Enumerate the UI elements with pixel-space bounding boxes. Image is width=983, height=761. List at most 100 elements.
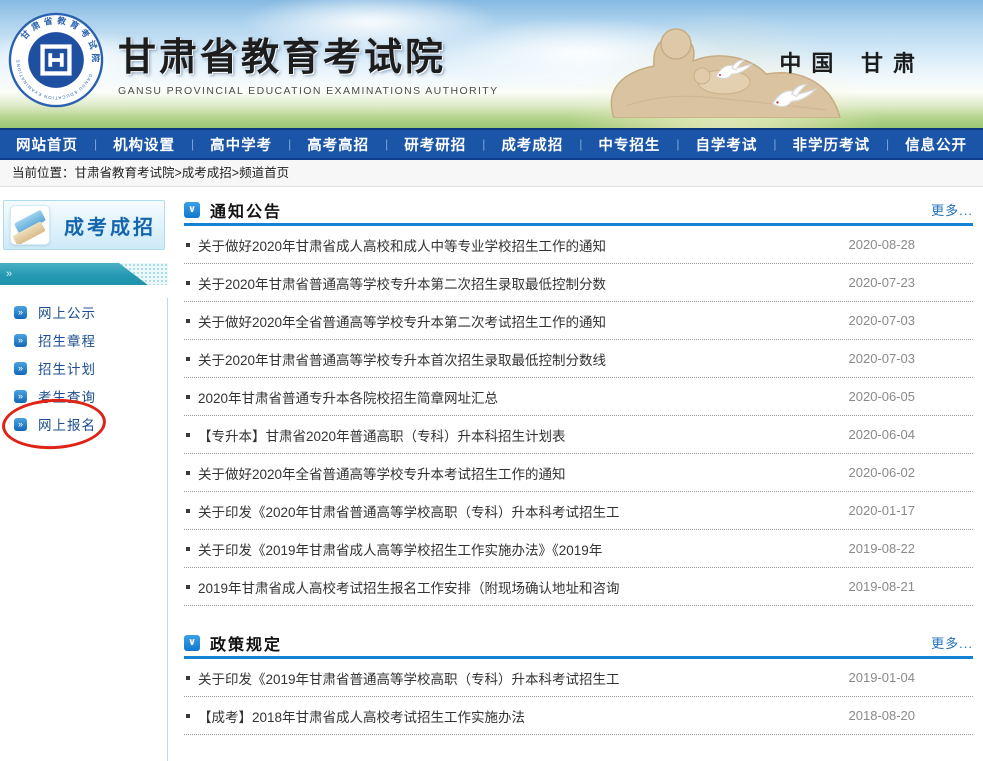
more-link[interactable]: 更多... <box>931 200 973 219</box>
article-list: 关于印发《2019年甘肃省普通高等学校高职（专科）升本科考试招生工 2019-01… <box>184 659 973 735</box>
section-title: 通知公告 <box>210 198 282 222</box>
bullet-icon <box>186 676 190 680</box>
content-section: ∨ 通知公告 更多... 关于做好2020年甘肃省成人高校和成人中等专业学校招生… <box>184 199 973 606</box>
bullet-icon <box>186 585 190 589</box>
channel-header: 成考成招 <box>3 200 165 250</box>
article-row: 关于印发《2019年甘肃省普通高等学校高职（专科）升本科考试招生工 2019-01… <box>184 659 973 697</box>
article-title-link[interactable]: 【专升本】甘肃省2020年普通高职（专科）升本科招生计划表 <box>198 425 566 445</box>
sidebar-link[interactable]: » 网上公示 <box>0 298 167 326</box>
nav-item[interactable]: 自学考试 <box>695 134 757 155</box>
nav-separator: | <box>870 137 905 151</box>
nav-item[interactable]: 机构设置 <box>113 134 175 155</box>
section-header: ∨ 通知公告 更多... <box>184 199 973 226</box>
article-date: 2020-06-05 <box>849 389 916 404</box>
article-row: 2019年甘肃省成人高校考试招生报名工作安排（附现场确认地址和咨询 2019-08… <box>184 568 973 606</box>
sidebar-link[interactable]: » 招生计划 <box>0 354 167 382</box>
breadcrumb: 当前位置：甘肃省教育考试院>成考成招>频道首页 <box>0 160 983 187</box>
nav-item[interactable]: 研考研招 <box>404 134 466 155</box>
article-date: 2019-08-21 <box>849 579 916 594</box>
article-title-link[interactable]: 关于做好2020年甘肃省成人高校和成人中等专业学校招生工作的通知 <box>198 235 606 255</box>
article-date: 2020-06-02 <box>849 465 916 480</box>
article-title-link[interactable]: 关于做好2020年全省普通高等学校专升本考试招生工作的通知 <box>198 463 566 483</box>
arrow-square-icon: » <box>14 390 27 403</box>
nav-item[interactable]: 成考成招 <box>501 134 563 155</box>
sidebar-link-label: 网上公示 <box>38 302 96 322</box>
nav-item[interactable]: 网站首页 <box>16 134 78 155</box>
article-date: 2019-01-04 <box>849 670 916 685</box>
arrow-square-icon: » <box>14 334 27 347</box>
bullet-icon <box>186 714 190 718</box>
sidebar-link-label: 网上报名 <box>38 414 96 434</box>
nav-separator: | <box>660 137 695 151</box>
article-date: 2019-08-22 <box>849 541 916 556</box>
section-marker-icon: ∨ <box>184 635 200 651</box>
article-row: 关于2020年甘肃省普通高等学校专升本第二次招生录取最低控制分数2020-07-… <box>184 264 973 302</box>
article-date: 2020-06-04 <box>849 427 916 442</box>
dove-icon <box>712 58 754 88</box>
article-title-link[interactable]: 2020年甘肃省普通专升本各院校招生简章网址汇总 <box>198 387 498 407</box>
bullet-icon <box>186 471 190 475</box>
section-header: ∨ 政策规定 更多... <box>184 632 973 659</box>
article-title-link[interactable]: 关于印发《2020年甘肃省普通高等学校高职（专科）升本科考试招生工 <box>198 501 620 521</box>
article-title-link[interactable]: 【成考】2018年甘肃省成人高校考试招生工作实施办法 <box>198 706 525 726</box>
sidebar-body: » 网上公示 » 招生章程 » 招生计划 » 考生查询 »网上报名 <box>0 298 168 761</box>
article-row: 【成考】2018年甘肃省成人高校考试招生工作实施办法 2018-08-20 <box>184 697 973 735</box>
nav-separator: | <box>78 137 113 151</box>
arrow-square-icon: » <box>14 306 27 319</box>
article-row: 关于2020年甘肃省普通高等学校专升本首次招生录取最低控制分数线 2020-07-… <box>184 340 973 378</box>
content-section: ∨ 政策规定 更多... 关于印发《2019年甘肃省普通高等学校高职（专科）升本… <box>184 632 973 735</box>
sidebar-link-label: 招生章程 <box>38 330 96 350</box>
site-title: 甘肃省教育考试院 <box>118 26 499 81</box>
nav-item[interactable]: 非学历考试 <box>793 134 871 155</box>
article-title-link[interactable]: 关于印发《2019年甘肃省成人高等学校招生工作实施办法》《2019年 <box>198 539 602 559</box>
sidebar-links: » 网上公示 » 招生章程 » 招生计划 » 考生查询 »网上报名 <box>0 298 167 438</box>
bullet-icon <box>186 433 190 437</box>
bullet-icon <box>186 547 190 551</box>
more-link[interactable]: 更多... <box>931 633 973 652</box>
nav-separator: | <box>466 137 501 151</box>
bullet-icon <box>186 281 190 285</box>
article-title-link[interactable]: 关于2020年甘肃省普通高等学校专升本第二次招生录取最低控制分数 <box>198 273 606 293</box>
article-title-link[interactable]: 关于做好2020年全省普通高等学校专升本第二次考试招生工作的通知 <box>198 311 606 331</box>
article-date: 2018-08-20 <box>849 708 916 723</box>
nav-item[interactable]: 高考高招 <box>307 134 369 155</box>
article-list: 关于做好2020年甘肃省成人高校和成人中等专业学校招生工作的通知 2020-08-… <box>184 226 973 606</box>
section-marker-icon: ∨ <box>184 202 200 218</box>
nav-separator: | <box>369 137 404 151</box>
nav-item[interactable]: 高中学考 <box>210 134 272 155</box>
article-title-link[interactable]: 2019年甘肃省成人高校考试招生报名工作安排（附现场确认地址和咨询 <box>198 577 620 597</box>
site-banner: 甘肃省教育考试院 GANSU EDUCATION EXAMINATIONS 甘肃… <box>0 0 983 128</box>
bullet-icon <box>186 509 190 513</box>
article-date: 2020-07-03 <box>849 351 916 366</box>
sidebar-decor-bar: » <box>0 263 168 285</box>
main-nav-list: 网站首页|机构设置|高中学考|高考高招|研考研招|成考成招|中专招生|自学考试|… <box>0 130 983 158</box>
sidebar-link[interactable]: » 考生查询 <box>0 382 167 410</box>
breadcrumb-text: 当前位置：甘肃省教育考试院>成考成招>频道首页 <box>12 166 289 180</box>
bullet-icon <box>186 243 190 247</box>
sidebar-link-label: 考生查询 <box>38 386 96 406</box>
region-text: 中国 甘肃 <box>779 46 925 78</box>
nav-separator: | <box>563 137 598 151</box>
nav-item[interactable]: 中专招生 <box>598 134 660 155</box>
sidebar-link-label: 招生计划 <box>38 358 96 378</box>
article-row: 关于印发《2019年甘肃省成人高等学校招生工作实施办法》《2019年 2019-0… <box>184 530 973 568</box>
article-title-link[interactable]: 关于2020年甘肃省普通高等学校专升本首次招生录取最低控制分数线 <box>198 349 606 369</box>
article-row: 关于做好2020年全省普通高等学校专升本第二次考试招生工作的通知2020-07-… <box>184 302 973 340</box>
article-date: 2020-08-28 <box>849 237 916 252</box>
section-title: 政策规定 <box>210 631 282 655</box>
nav-separator: | <box>175 137 210 151</box>
article-row: 关于印发《2020年甘肃省普通高等学校高职（专科）升本科考试招生工2020-01… <box>184 492 973 530</box>
nav-item[interactable]: 信息公开 <box>905 134 967 155</box>
nav-separator: | <box>272 137 307 151</box>
main-nav: 网站首页|机构设置|高中学考|高考高招|研考研招|成考成招|中专招生|自学考试|… <box>0 128 983 160</box>
sidebar-link[interactable]: » 招生章程 <box>0 326 167 354</box>
bullet-icon <box>186 319 190 323</box>
article-row: 2020年甘肃省普通专升本各院校招生简章网址汇总 2020-06-05 <box>184 378 973 416</box>
site-subtitle: GANSU PROVINCIAL EDUCATION EXAMINATIONS … <box>118 85 499 97</box>
article-row: 关于做好2020年甘肃省成人高校和成人中等专业学校招生工作的通知 2020-08-… <box>184 226 973 264</box>
article-title-link[interactable]: 关于印发《2019年甘肃省普通高等学校高职（专科）升本科考试招生工 <box>198 668 620 688</box>
arrow-square-icon: » <box>14 362 27 375</box>
sidebar-link[interactable]: »网上报名 <box>0 410 167 438</box>
sidebar: 成考成招 » » 网上公示 » 招生章程 » 招生计划 » 考生查询 »网上报名 <box>0 187 168 761</box>
bullet-icon <box>186 357 190 361</box>
